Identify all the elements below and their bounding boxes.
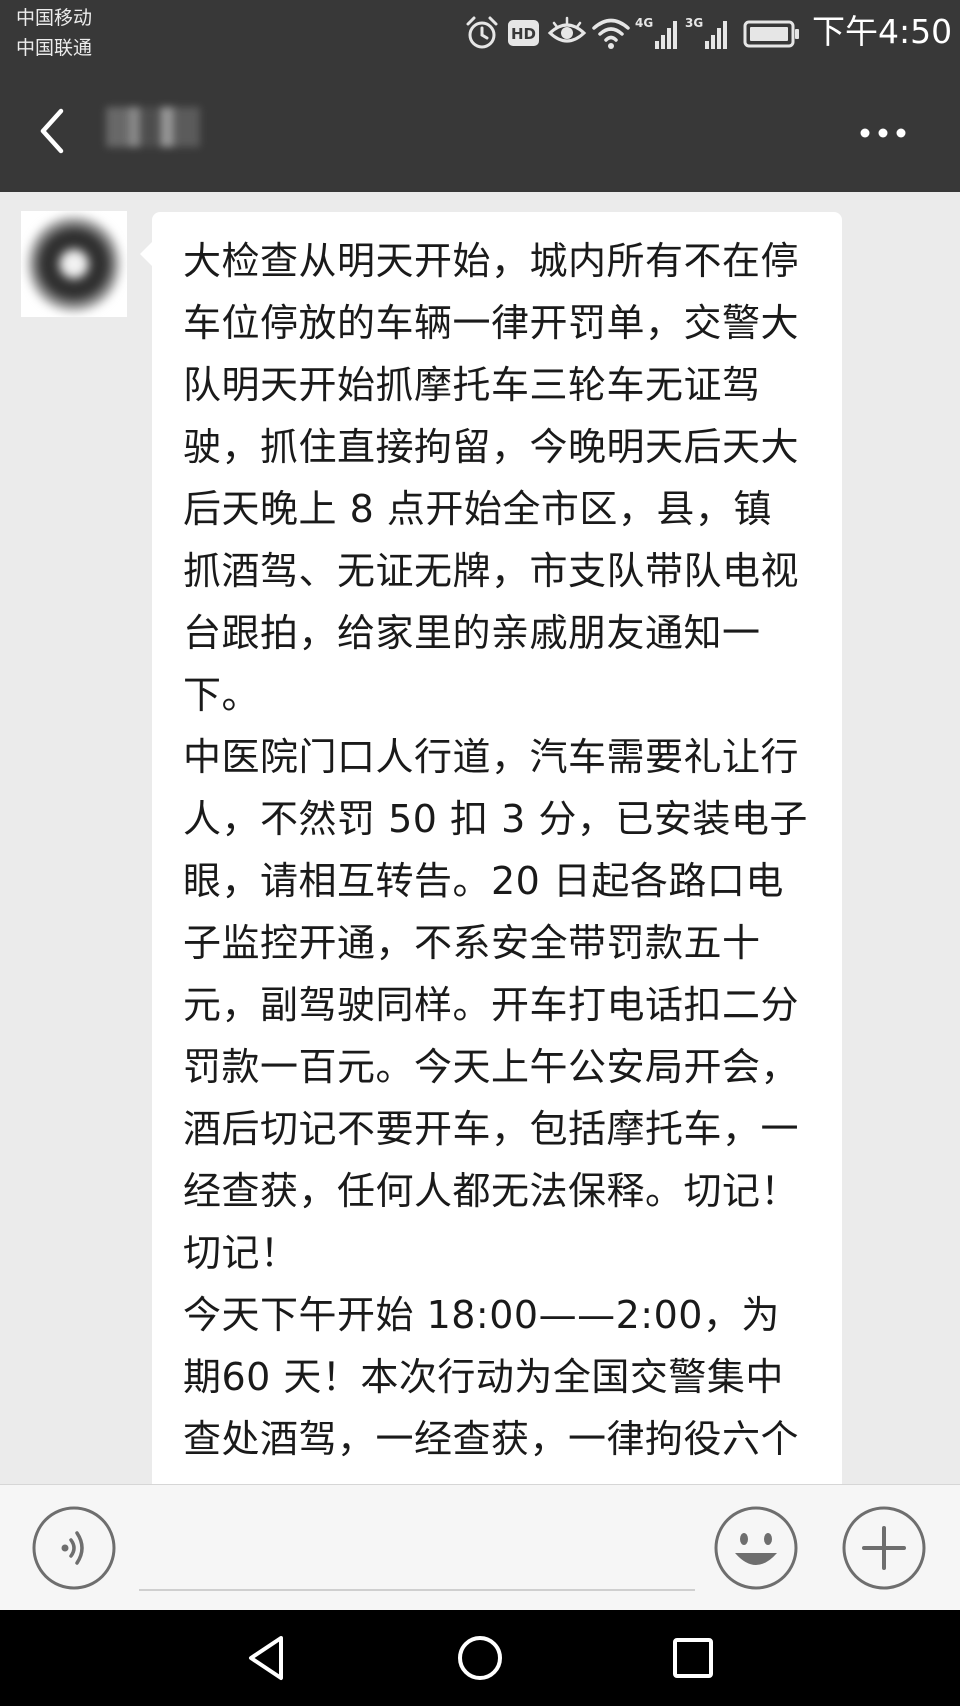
voice-icon [32, 1506, 116, 1590]
nav-recent-icon [673, 1638, 713, 1678]
emoji-button[interactable] [713, 1505, 799, 1591]
nav-recent-button[interactable] [660, 1625, 726, 1691]
eye-icon [547, 16, 587, 43]
chat-title-bar [0, 70, 960, 192]
plus-button[interactable] [841, 1505, 927, 1591]
more-dots-icon [860, 128, 906, 138]
message-paragraph-3: 今天下午开始 18:00——2:00，为期60 天！本次行动为全国交警集中查处酒… [183, 1293, 800, 1461]
chat-area[interactable]: 大检查从明天开始，城内所有不在停车位停放的车辆一律开罚单，交警大队明天开始抓摩托… [0, 192, 960, 1484]
signal-3g-label: 3G [685, 16, 703, 30]
nav-back-button[interactable] [234, 1625, 300, 1691]
hd-icon: HD [508, 20, 539, 46]
message-text-input[interactable] [139, 1505, 695, 1591]
alarm-icon [466, 16, 498, 49]
plus-icon [842, 1506, 926, 1590]
sender-avatar[interactable] [21, 211, 127, 317]
battery-icon [743, 20, 799, 48]
back-button[interactable] [22, 100, 84, 162]
wifi-icon [592, 18, 630, 49]
status-icons: HD 4G 3G [462, 12, 801, 54]
nav-home-button[interactable] [447, 1625, 513, 1691]
carrier-name-1: 中国移动 [16, 7, 93, 29]
chevron-left-icon [40, 108, 64, 154]
hd-label: HD [511, 25, 536, 43]
message-input-bar [0, 1484, 960, 1610]
signal-4g-label: 4G [635, 16, 653, 30]
emoji-icon [714, 1506, 798, 1590]
carrier-name-2: 中国联通 [16, 37, 93, 59]
more-button[interactable] [852, 108, 914, 158]
nav-home-icon [458, 1636, 502, 1680]
signal-4g-icon: 4G [635, 16, 677, 49]
avatar-image-blurred [29, 217, 119, 311]
contact-name-blurred [106, 107, 200, 147]
message-paragraph-2: 中医院门口人行道，汽车需要礼让行人，不然罚 50 扣 3 分，已安装电子眼，请相… [183, 735, 808, 1275]
signal-3g-icon: 3G [685, 16, 727, 49]
voice-button[interactable] [31, 1505, 117, 1591]
system-nav-bar [0, 1610, 960, 1706]
status-time: 下午4:50 [812, 12, 953, 51]
message-paragraph-1: 大检查从明天开始，城内所有不在停车位停放的车辆一律开罚单，交警大队明天开始抓摩托… [183, 239, 800, 717]
status-bar: 中国移动 中国联通 HD 4G 3G 下午4:50 [0, 0, 960, 70]
nav-back-icon [249, 1636, 283, 1680]
message-bubble[interactable]: 大检查从明天开始，城内所有不在停车位停放的车辆一律开罚单，交警大队明天开始抓摩托… [140, 212, 842, 1484]
